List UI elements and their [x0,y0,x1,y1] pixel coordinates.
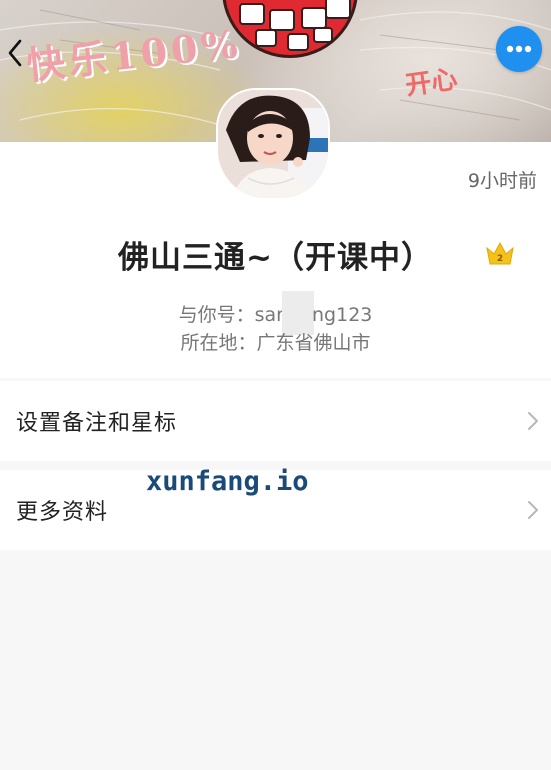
chevron-right-icon [528,501,538,519]
set-remark-and-star-row[interactable]: 设置备注和星标 [0,381,551,461]
region-label: 所在地： [180,332,257,354]
region-value: 广东省佛山市 [256,332,371,354]
back-button[interactable] [2,36,28,70]
chevron-left-icon [8,39,22,67]
avatar-photo [218,90,328,198]
wechat-id-prefix: sar [254,304,284,326]
crown-level-icon: 2 [486,241,514,265]
last-active-time: 9小时前 [467,170,537,192]
row-label: 设置备注和星标 [16,411,178,436]
region-line: 所在地：广东省佛山市 [0,328,551,355]
cover-doodle-joy: 开心 [403,64,460,102]
nickname: 佛山三通~（开课中） [118,240,433,276]
crown-level-number: 2 [497,254,503,264]
wechat-id-label: 与你号： [178,304,255,326]
more-dots-icon [506,45,532,53]
chevron-right-icon [528,412,538,430]
nickname-row: 佛山三通~（开课中） [0,232,551,277]
watermark: xunfang.io [146,466,309,497]
row-label: 更多资料 [16,500,109,525]
wechat-id-suffix: ng123 [312,304,373,326]
avatar[interactable] [216,88,330,200]
more-button[interactable] [496,26,542,72]
